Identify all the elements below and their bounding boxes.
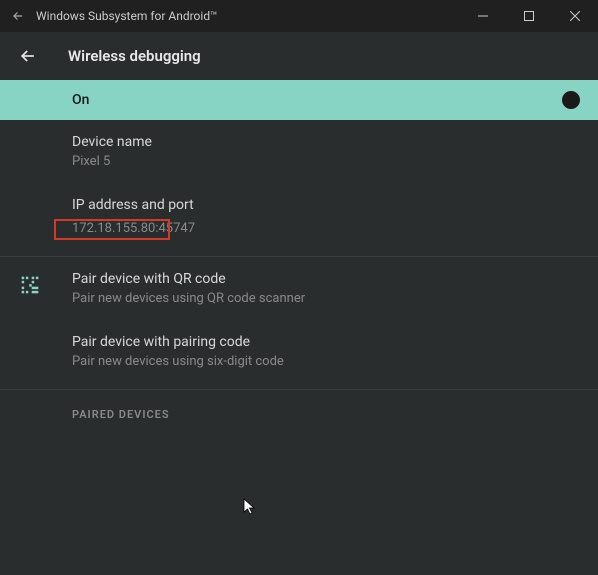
master-toggle-row[interactable]: On <box>0 80 598 120</box>
pair-qr-subtitle: Pair new devices using QR code scanner <box>72 291 580 306</box>
page-header: Wireless debugging <box>0 32 598 80</box>
titlebar-back-button[interactable] <box>8 6 28 26</box>
pair-code-subtitle: Pair new devices using six-digit code <box>72 354 580 369</box>
pair-code-text: Pair device with pairing code Pair new d… <box>72 334 580 369</box>
pair-code-title: Pair device with pairing code <box>72 334 580 350</box>
qr-code-icon <box>18 271 72 295</box>
pair-code-row[interactable]: Pair device with pairing code Pair new d… <box>0 320 598 383</box>
close-button[interactable] <box>552 0 598 32</box>
device-name-value: Pixel 5 <box>72 154 580 169</box>
window-controls <box>460 0 598 32</box>
paired-devices-label: PAIRED DEVICES <box>0 390 598 435</box>
device-name-block[interactable]: Device name Pixel 5 <box>0 120 598 183</box>
pair-qr-text: Pair device with QR code Pair new device… <box>72 271 580 306</box>
paired-devices-empty <box>0 435 598 575</box>
maximize-button[interactable] <box>506 0 552 32</box>
app-window: Windows Subsystem for Android™ Wireless … <box>0 0 598 560</box>
ip-port-label: IP address and port <box>72 197 580 213</box>
wireless-debugging-toggle[interactable] <box>546 91 580 109</box>
ip-port-value: 172.18.155.80:45747 <box>72 221 195 236</box>
ip-port-text: 172.18.155.80:45747 <box>72 221 195 236</box>
page-title: Wireless debugging <box>68 47 201 65</box>
ip-port-block[interactable]: IP address and port 172.18.155.80:45747 <box>0 183 598 250</box>
pair-qr-row[interactable]: Pair device with QR code Pair new device… <box>0 257 598 320</box>
toggle-label: On <box>72 92 89 108</box>
content-area: On Device name Pixel 5 IP address and po… <box>0 80 598 575</box>
minimize-button[interactable] <box>460 0 506 32</box>
toggle-knob <box>562 91 580 109</box>
titlebar: Windows Subsystem for Android™ <box>0 0 598 32</box>
pair-qr-title: Pair device with QR code <box>72 271 580 287</box>
device-name-label: Device name <box>72 134 580 150</box>
window-title: Windows Subsystem for Android™ <box>36 9 460 23</box>
back-button[interactable] <box>16 44 40 68</box>
